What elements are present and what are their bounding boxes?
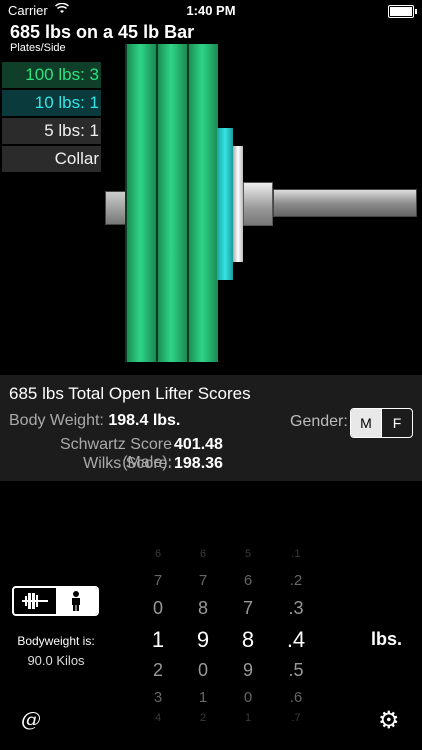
mode-toggle[interactable] bbox=[12, 586, 99, 616]
plate-5 bbox=[233, 146, 243, 262]
plate-row-10: 10 lbs: 1 bbox=[2, 90, 101, 116]
picker-cell: 2 bbox=[199, 712, 207, 724]
body-weight-label: Body Weight: bbox=[9, 412, 104, 429]
gender-segmented-control[interactable]: M F bbox=[350, 408, 413, 438]
picker-cell: .1 bbox=[291, 548, 301, 560]
barbell-icon bbox=[21, 593, 48, 609]
status-time: 1:40 PM bbox=[186, 3, 236, 18]
picker-cell: 4 bbox=[154, 712, 162, 724]
scores-title: 685 lbs Total Open Lifter Scores bbox=[9, 384, 251, 403]
plate-row-5: 5 lbs: 1 bbox=[2, 118, 101, 144]
picker-cell: 7 bbox=[153, 572, 163, 589]
picker-cell: .5 bbox=[288, 660, 304, 680]
picker-cell: 0 bbox=[197, 660, 208, 680]
bar-sleeve-left bbox=[105, 191, 127, 225]
person-icon bbox=[72, 591, 81, 611]
picker-cell: 6 bbox=[154, 548, 162, 560]
scores-panel: 685 lbs Total Open Lifter Scores Body We… bbox=[0, 375, 422, 481]
picker-cell-selected: 8 bbox=[241, 627, 255, 652]
plate-row-collar: Collar bbox=[2, 146, 101, 172]
picker-cell: .3 bbox=[288, 598, 304, 618]
picker-cell: 6 bbox=[243, 572, 253, 589]
picker-cell: 7 bbox=[198, 572, 208, 589]
weight-picker[interactable]: 6 7 0 1 2 3 4 6 7 8 9 0 1 2 5 6 7 8 9 0 … bbox=[140, 545, 320, 724]
picker-cell-selected: .4 bbox=[286, 627, 306, 652]
wilks-value: 198.36 bbox=[174, 455, 223, 472]
picker-cell: .2 bbox=[289, 572, 303, 589]
picker-cell: 6 bbox=[199, 548, 207, 560]
contact-at-icon[interactable]: @ bbox=[21, 707, 41, 731]
bodyweight-kilos: 90.0 Kilos bbox=[27, 653, 85, 668]
gear-icon[interactable]: ⚙ bbox=[378, 706, 400, 735]
gender-label: Gender: bbox=[290, 413, 348, 430]
picker-cell-selected: 1 bbox=[151, 627, 165, 652]
picker-cell: .6 bbox=[289, 689, 303, 706]
page-title: 685 lbs on a 45 lb Bar bbox=[10, 22, 195, 42]
barbell-mode-button[interactable] bbox=[14, 588, 56, 614]
body-weight-line: Body Weight: 198.4 lbs. bbox=[9, 412, 180, 430]
schwartz-value: 401.48 bbox=[174, 436, 223, 453]
picker-cell: 0 bbox=[243, 689, 253, 706]
picker-cell: .7 bbox=[291, 712, 301, 724]
bar-shaft bbox=[273, 189, 417, 217]
plate-10 bbox=[217, 128, 233, 280]
status-bar: Carrier 1:40 PM bbox=[0, 0, 422, 22]
bodyweight-label: Bodyweight is: bbox=[17, 634, 95, 648]
picker-cell: 8 bbox=[197, 598, 208, 618]
wilks-label: Wilks Score: bbox=[83, 455, 172, 472]
plate-100-1 bbox=[125, 44, 156, 362]
bar-collar bbox=[243, 182, 273, 226]
gender-male-option[interactable]: M bbox=[351, 409, 381, 437]
plate-100-2 bbox=[156, 44, 187, 362]
picker-cell: 5 bbox=[244, 548, 252, 560]
plate-100-3 bbox=[187, 44, 218, 362]
picker-cell: 9 bbox=[242, 660, 253, 680]
picker-cell-selected: 9 bbox=[196, 627, 210, 652]
gender-female-option[interactable]: F bbox=[381, 409, 412, 437]
plate-row-100: 100 lbs: 3 bbox=[2, 62, 101, 88]
picker-cell: 7 bbox=[242, 598, 253, 618]
battery-icon bbox=[388, 5, 417, 18]
picker-cell: 1 bbox=[198, 689, 208, 706]
picker-cell: 1 bbox=[244, 712, 252, 724]
unit-label: lbs. bbox=[371, 629, 403, 649]
plate-list: 100 lbs: 3 10 lbs: 1 5 lbs: 1 Collar bbox=[2, 62, 101, 174]
picker-cell: 2 bbox=[152, 660, 163, 680]
body-weight-value: 198.4 lbs. bbox=[108, 412, 181, 429]
person-mode-button[interactable] bbox=[55, 588, 97, 614]
picker-cell: 3 bbox=[153, 689, 163, 706]
picker-cell: 0 bbox=[152, 598, 163, 618]
